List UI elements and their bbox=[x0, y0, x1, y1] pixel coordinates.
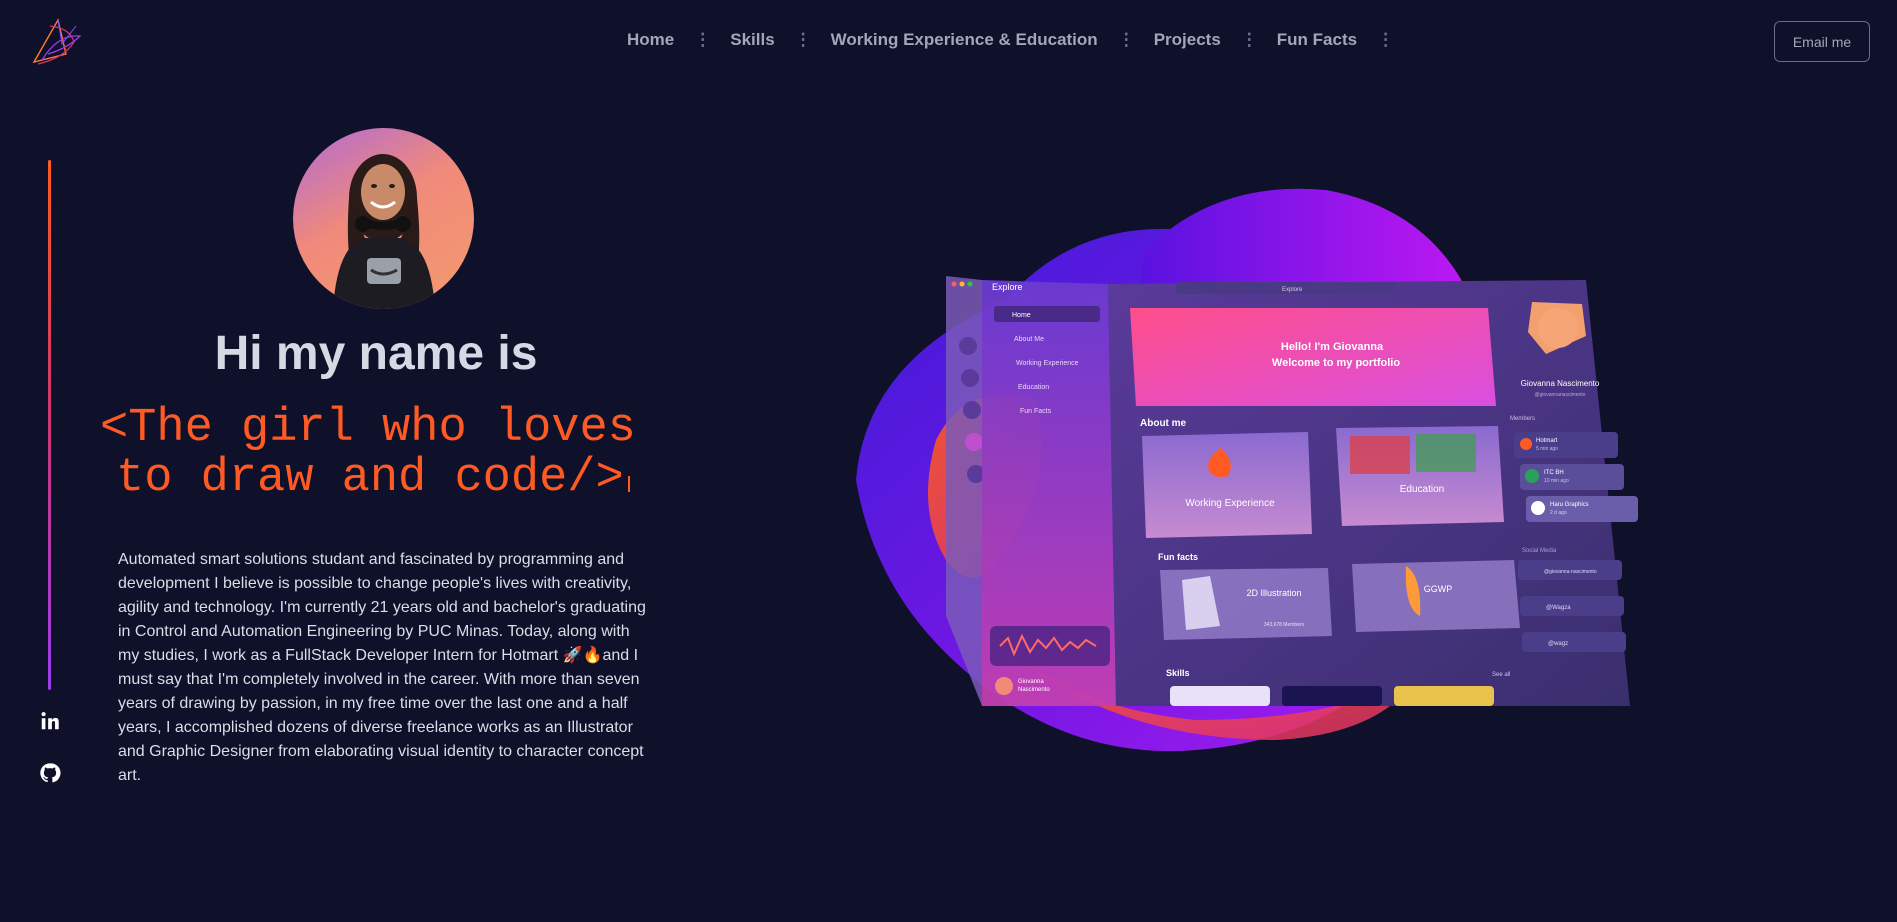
nav-projects[interactable]: Projects bbox=[1154, 30, 1221, 50]
mockup-sidebar-title: Explore bbox=[992, 282, 1023, 292]
mockup-profile-handle: @giovannanascimento bbox=[1535, 392, 1586, 398]
mockup-members-count: 343,678 Members bbox=[1264, 622, 1305, 628]
nav-experience-education[interactable]: Working Experience & Education bbox=[831, 30, 1098, 50]
mockup-funfacts-heading: Fun facts bbox=[1158, 552, 1198, 562]
mockup-menu-home: Home bbox=[1012, 312, 1031, 319]
mockup-social-heading: Social Media bbox=[1522, 548, 1557, 554]
header: Home ⋮ Skills ⋮ Working Experience & Edu… bbox=[0, 0, 1897, 84]
mockup-company-1-time: 5 min ago bbox=[1536, 446, 1558, 452]
mockup-menu-work: Working Experience bbox=[1016, 360, 1079, 367]
mockup-card-education: Education bbox=[1400, 484, 1444, 495]
mockup-social-1: @giovanna-nascimento bbox=[1544, 569, 1597, 575]
main-nav: Home ⋮ Skills ⋮ Working Experience & Edu… bbox=[627, 30, 1413, 50]
nav-separator: ⋮ bbox=[1117, 30, 1135, 49]
nav-separator: ⋮ bbox=[694, 30, 711, 49]
mockup-company-3-time: 2 d ago bbox=[1550, 510, 1567, 516]
email-me-button[interactable]: Email me bbox=[1774, 21, 1870, 62]
nav-skills[interactable]: Skills bbox=[730, 30, 774, 50]
mockup-card-ggwp: GGWP bbox=[1424, 584, 1453, 594]
tagline: <The girl who loves to draw and code/> bbox=[100, 404, 660, 504]
typing-caret bbox=[627, 476, 630, 492]
nav-separator: ⋮ bbox=[1240, 30, 1258, 49]
tagline-line-2-text: to draw and code/> bbox=[116, 452, 624, 505]
mockup-social-3: @wagz bbox=[1548, 641, 1568, 647]
greeting-heading: Hi my name is bbox=[214, 327, 538, 380]
mockup-company-3: Haru Graphics bbox=[1550, 502, 1589, 508]
mockup-user-last: Nascimento bbox=[1018, 687, 1050, 693]
mockup-profile-name: Giovanna Nascimento bbox=[1521, 379, 1600, 388]
mockup-card-work: Working Experience bbox=[1185, 498, 1275, 509]
nav-separator: ⋮ bbox=[794, 30, 812, 49]
nav-fun-facts[interactable]: Fun Facts bbox=[1277, 30, 1357, 50]
mockup-banner-line2: Welcome to my portfolio bbox=[1272, 357, 1400, 369]
mockup-user-name: Giovanna bbox=[1018, 679, 1044, 685]
tagline-line-1: <The girl who loves bbox=[100, 402, 636, 455]
mockup-social-2: @Wagza bbox=[1546, 605, 1571, 611]
mockup-banner-line1: Hello! I'm Giovanna bbox=[1281, 341, 1384, 353]
tagline-line-2: to draw and code/> bbox=[100, 454, 660, 504]
mockup-menu-funfacts: Fun Facts bbox=[1020, 408, 1052, 415]
mockup-skills-heading: Skills bbox=[1166, 668, 1190, 678]
logo-icon[interactable] bbox=[28, 14, 88, 68]
mockup-about-heading: About me bbox=[1140, 418, 1187, 429]
mockup-company-2-time: 10 min ago bbox=[1544, 478, 1569, 484]
avatar bbox=[293, 128, 474, 309]
side-gradient-line bbox=[48, 160, 51, 690]
mockup-card-illustration: 2D Illustration bbox=[1246, 588, 1301, 598]
linkedin-icon[interactable] bbox=[39, 710, 61, 732]
mockup-search: Explore bbox=[1282, 287, 1303, 293]
github-icon[interactable] bbox=[39, 762, 61, 784]
bio-paragraph: Automated smart solutions studant and fa… bbox=[118, 551, 646, 784]
mockup-see-all: See all bbox=[1492, 672, 1510, 678]
portfolio-mockup-illustration: Explore Home About Me Working Experience… bbox=[856, 180, 1646, 800]
mockup-company-2: ITC BH bbox=[1544, 470, 1564, 476]
mockup-company-1: Hotmart bbox=[1536, 438, 1558, 444]
nav-separator: ⋮ bbox=[1377, 30, 1394, 49]
nav-home[interactable]: Home bbox=[627, 30, 674, 50]
mockup-members-heading: Members bbox=[1510, 416, 1535, 422]
mockup-menu-education: Education bbox=[1018, 384, 1049, 391]
mockup-menu-about: About Me bbox=[1014, 336, 1044, 343]
